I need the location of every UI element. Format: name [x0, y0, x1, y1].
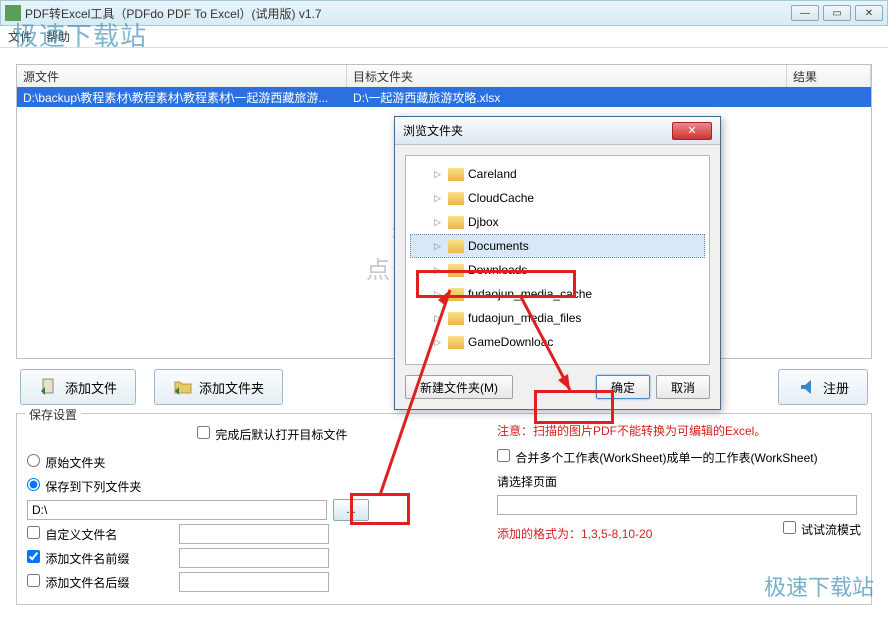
- tree-item-gamedownload[interactable]: ▷GameDownloac: [410, 330, 705, 354]
- folder-icon: [448, 168, 464, 181]
- speaker-icon: [797, 377, 817, 397]
- tree-item-downloads[interactable]: ▷Downloads: [410, 258, 705, 282]
- settings-title: 保存设置: [25, 406, 81, 423]
- folder-icon: [448, 192, 464, 205]
- test-mode-checkbox[interactable]: 试试流模式: [783, 521, 861, 538]
- folder-icon: [448, 240, 464, 253]
- cell-result: [787, 87, 871, 107]
- add-file-button[interactable]: 添加文件: [20, 369, 136, 405]
- close-button[interactable]: ✕: [855, 5, 883, 21]
- folder-tree[interactable]: ▷Careland ▷CloudCache ▷Djbox ▷Documents …: [405, 155, 710, 365]
- pages-input[interactable]: [497, 495, 857, 515]
- merge-sheets-checkbox[interactable]: 合并多个工作表(WorkSheet)成单一的工作表(WorkSheet): [497, 449, 818, 466]
- note-warning: 注意：扫描的图片PDF不能转换为可编辑的Excel。: [497, 422, 861, 439]
- cell-source: D:\backup\教程素材\教程素材\教程素材\一起游西藏旅游...: [17, 87, 347, 107]
- col-result[interactable]: 结果: [787, 65, 871, 87]
- open-after-checkbox[interactable]: 完成后默认打开目标文件: [197, 426, 347, 443]
- add-folder-button[interactable]: 添加文件夹: [154, 369, 283, 405]
- save-settings-group: 保存设置 完成后默认打开目标文件 原始文件夹 保存到下列文件夹 ... 自定义文…: [16, 413, 872, 605]
- cancel-button[interactable]: 取消: [656, 375, 710, 399]
- minimize-button[interactable]: —: [791, 5, 819, 21]
- tree-item-fudaojun-cache[interactable]: ▷fudaojun_media_cache: [410, 282, 705, 306]
- dialog-title: 浏览文件夹: [403, 122, 672, 139]
- maximize-button[interactable]: ▭: [823, 5, 851, 21]
- tree-item-cloudcache[interactable]: ▷CloudCache: [410, 186, 705, 210]
- select-pages-label: 请选择页面: [497, 473, 557, 490]
- tree-item-documents[interactable]: ▷Documents: [410, 234, 705, 258]
- custom-name-checkbox[interactable]: 自定义文件名: [27, 526, 117, 543]
- table-header: 源文件 目标文件夹 结果: [17, 65, 871, 87]
- custom-name-input[interactable]: [179, 524, 329, 544]
- col-source[interactable]: 源文件: [17, 65, 347, 87]
- folder-add-icon: [173, 377, 193, 397]
- save-to-radio[interactable]: 保存到下列文件夹: [27, 478, 141, 495]
- browse-button[interactable]: ...: [333, 499, 369, 521]
- format-hint: 添加的格式为：1,3,5-8,10-20: [497, 525, 652, 542]
- watermark-top: 极速下载站: [12, 16, 147, 53]
- save-path-input[interactable]: [27, 500, 327, 520]
- ok-button[interactable]: 确定: [596, 375, 650, 399]
- orig-folder-radio[interactable]: 原始文件夹: [27, 454, 105, 471]
- file-add-icon: [39, 377, 59, 397]
- tree-item-djbox[interactable]: ▷Djbox: [410, 210, 705, 234]
- watermark-bottom: 极速下载站: [764, 570, 874, 602]
- folder-icon: [448, 312, 464, 325]
- col-target[interactable]: 目标文件夹: [347, 65, 787, 87]
- suffix-checkbox[interactable]: 添加文件名后缀: [27, 574, 129, 591]
- dialog-titlebar: 浏览文件夹 ✕: [395, 117, 720, 145]
- tree-item-fudaojun-files[interactable]: ▷fudaojun_media_files: [410, 306, 705, 330]
- tree-item-careland[interactable]: ▷Careland: [410, 162, 705, 186]
- new-folder-button[interactable]: 新建文件夹(M): [405, 375, 513, 399]
- browse-folder-dialog: 浏览文件夹 ✕ ▷Careland ▷CloudCache ▷Djbox ▷Do…: [394, 116, 721, 410]
- folder-icon: [448, 288, 464, 301]
- prefix-input[interactable]: [179, 548, 329, 568]
- folder-icon: [448, 336, 464, 349]
- register-label: 注册: [823, 378, 849, 397]
- folder-icon: [448, 216, 464, 229]
- add-file-label: 添加文件: [65, 378, 117, 397]
- dialog-close-button[interactable]: ✕: [672, 122, 712, 140]
- suffix-input[interactable]: [179, 572, 329, 592]
- table-row[interactable]: D:\backup\教程素材\教程素材\教程素材\一起游西藏旅游... D:\一…: [17, 87, 871, 107]
- cell-target: D:\一起游西藏旅游攻略.xlsx: [347, 87, 787, 107]
- folder-icon: [448, 264, 464, 277]
- add-folder-label: 添加文件夹: [199, 378, 264, 397]
- window-controls: — ▭ ✕: [791, 5, 883, 21]
- register-button[interactable]: 注册: [778, 369, 868, 405]
- prefix-checkbox[interactable]: 添加文件名前缀: [27, 550, 129, 567]
